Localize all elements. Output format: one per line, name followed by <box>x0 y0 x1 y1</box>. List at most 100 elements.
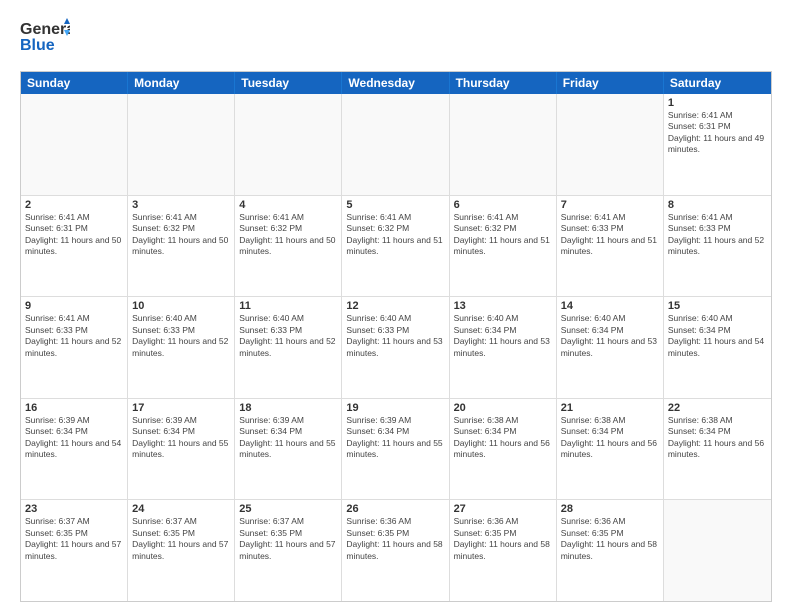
day-25: 25Sunrise: 6:37 AM Sunset: 6:35 PM Dayli… <box>235 500 342 601</box>
day-number: 4 <box>239 199 337 211</box>
day-number: 8 <box>668 199 767 211</box>
empty-cell <box>664 500 771 601</box>
day-1: 1Sunrise: 6:41 AM Sunset: 6:31 PM Daylig… <box>664 94 771 195</box>
weekday-header: Tuesday <box>235 72 342 94</box>
day-number: 25 <box>239 503 337 515</box>
day-number: 15 <box>668 300 767 312</box>
day-21: 21Sunrise: 6:38 AM Sunset: 6:34 PM Dayli… <box>557 399 664 500</box>
day-6: 6Sunrise: 6:41 AM Sunset: 6:32 PM Daylig… <box>450 196 557 297</box>
day-22: 22Sunrise: 6:38 AM Sunset: 6:34 PM Dayli… <box>664 399 771 500</box>
day-18: 18Sunrise: 6:39 AM Sunset: 6:34 PM Dayli… <box>235 399 342 500</box>
day-3: 3Sunrise: 6:41 AM Sunset: 6:32 PM Daylig… <box>128 196 235 297</box>
day-info: Sunrise: 6:36 AM Sunset: 6:35 PM Dayligh… <box>561 516 659 562</box>
day-info: Sunrise: 6:38 AM Sunset: 6:34 PM Dayligh… <box>454 415 552 461</box>
day-number: 17 <box>132 402 230 414</box>
day-info: Sunrise: 6:39 AM Sunset: 6:34 PM Dayligh… <box>346 415 444 461</box>
day-16: 16Sunrise: 6:39 AM Sunset: 6:34 PM Dayli… <box>21 399 128 500</box>
day-info: Sunrise: 6:41 AM Sunset: 6:32 PM Dayligh… <box>239 212 337 258</box>
day-info: Sunrise: 6:38 AM Sunset: 6:34 PM Dayligh… <box>668 415 767 461</box>
day-number: 21 <box>561 402 659 414</box>
weekday-header: Wednesday <box>342 72 449 94</box>
week-row-1: 1Sunrise: 6:41 AM Sunset: 6:31 PM Daylig… <box>21 94 771 196</box>
day-9: 9Sunrise: 6:41 AM Sunset: 6:33 PM Daylig… <box>21 297 128 398</box>
day-13: 13Sunrise: 6:40 AM Sunset: 6:34 PM Dayli… <box>450 297 557 398</box>
day-24: 24Sunrise: 6:37 AM Sunset: 6:35 PM Dayli… <box>128 500 235 601</box>
calendar-header: SundayMondayTuesdayWednesdayThursdayFrid… <box>21 72 771 94</box>
day-info: Sunrise: 6:40 AM Sunset: 6:34 PM Dayligh… <box>561 313 659 359</box>
week-row-2: 2Sunrise: 6:41 AM Sunset: 6:31 PM Daylig… <box>21 196 771 298</box>
day-number: 2 <box>25 199 123 211</box>
day-number: 16 <box>25 402 123 414</box>
day-info: Sunrise: 6:40 AM Sunset: 6:33 PM Dayligh… <box>239 313 337 359</box>
day-number: 1 <box>668 97 767 109</box>
day-info: Sunrise: 6:39 AM Sunset: 6:34 PM Dayligh… <box>25 415 123 461</box>
day-number: 20 <box>454 402 552 414</box>
day-info: Sunrise: 6:38 AM Sunset: 6:34 PM Dayligh… <box>561 415 659 461</box>
day-2: 2Sunrise: 6:41 AM Sunset: 6:31 PM Daylig… <box>21 196 128 297</box>
day-info: Sunrise: 6:40 AM Sunset: 6:33 PM Dayligh… <box>346 313 444 359</box>
day-info: Sunrise: 6:39 AM Sunset: 6:34 PM Dayligh… <box>132 415 230 461</box>
day-number: 28 <box>561 503 659 515</box>
day-info: Sunrise: 6:39 AM Sunset: 6:34 PM Dayligh… <box>239 415 337 461</box>
day-number: 6 <box>454 199 552 211</box>
day-11: 11Sunrise: 6:40 AM Sunset: 6:33 PM Dayli… <box>235 297 342 398</box>
day-7: 7Sunrise: 6:41 AM Sunset: 6:33 PM Daylig… <box>557 196 664 297</box>
day-12: 12Sunrise: 6:40 AM Sunset: 6:33 PM Dayli… <box>342 297 449 398</box>
empty-cell <box>21 94 128 195</box>
empty-cell <box>342 94 449 195</box>
day-19: 19Sunrise: 6:39 AM Sunset: 6:34 PM Dayli… <box>342 399 449 500</box>
day-8: 8Sunrise: 6:41 AM Sunset: 6:33 PM Daylig… <box>664 196 771 297</box>
day-info: Sunrise: 6:40 AM Sunset: 6:34 PM Dayligh… <box>454 313 552 359</box>
logo-icon: General Blue <box>20 16 70 58</box>
day-info: Sunrise: 6:41 AM Sunset: 6:32 PM Dayligh… <box>132 212 230 258</box>
svg-text:General: General <box>20 21 70 38</box>
day-number: 7 <box>561 199 659 211</box>
day-info: Sunrise: 6:36 AM Sunset: 6:35 PM Dayligh… <box>454 516 552 562</box>
day-28: 28Sunrise: 6:36 AM Sunset: 6:35 PM Dayli… <box>557 500 664 601</box>
weekday-header: Sunday <box>21 72 128 94</box>
day-number: 3 <box>132 199 230 211</box>
day-number: 24 <box>132 503 230 515</box>
day-number: 27 <box>454 503 552 515</box>
day-info: Sunrise: 6:41 AM Sunset: 6:31 PM Dayligh… <box>668 110 767 156</box>
weekday-header: Saturday <box>664 72 771 94</box>
day-15: 15Sunrise: 6:40 AM Sunset: 6:34 PM Dayli… <box>664 297 771 398</box>
calendar-body: 1Sunrise: 6:41 AM Sunset: 6:31 PM Daylig… <box>21 94 771 601</box>
day-info: Sunrise: 6:41 AM Sunset: 6:32 PM Dayligh… <box>454 212 552 258</box>
day-26: 26Sunrise: 6:36 AM Sunset: 6:35 PM Dayli… <box>342 500 449 601</box>
empty-cell <box>557 94 664 195</box>
day-23: 23Sunrise: 6:37 AM Sunset: 6:35 PM Dayli… <box>21 500 128 601</box>
day-info: Sunrise: 6:40 AM Sunset: 6:33 PM Dayligh… <box>132 313 230 359</box>
day-27: 27Sunrise: 6:36 AM Sunset: 6:35 PM Dayli… <box>450 500 557 601</box>
week-row-3: 9Sunrise: 6:41 AM Sunset: 6:33 PM Daylig… <box>21 297 771 399</box>
empty-cell <box>235 94 342 195</box>
svg-text:Blue: Blue <box>20 37 55 54</box>
week-row-4: 16Sunrise: 6:39 AM Sunset: 6:34 PM Dayli… <box>21 399 771 501</box>
day-20: 20Sunrise: 6:38 AM Sunset: 6:34 PM Dayli… <box>450 399 557 500</box>
day-info: Sunrise: 6:41 AM Sunset: 6:33 PM Dayligh… <box>668 212 767 258</box>
weekday-header: Thursday <box>450 72 557 94</box>
day-number: 26 <box>346 503 444 515</box>
day-number: 5 <box>346 199 444 211</box>
day-4: 4Sunrise: 6:41 AM Sunset: 6:32 PM Daylig… <box>235 196 342 297</box>
day-number: 23 <box>25 503 123 515</box>
day-5: 5Sunrise: 6:41 AM Sunset: 6:32 PM Daylig… <box>342 196 449 297</box>
empty-cell <box>128 94 235 195</box>
page: General Blue SundayMondayTuesdayWednesda… <box>0 0 792 612</box>
weekday-header: Friday <box>557 72 664 94</box>
day-10: 10Sunrise: 6:40 AM Sunset: 6:33 PM Dayli… <box>128 297 235 398</box>
day-info: Sunrise: 6:41 AM Sunset: 6:32 PM Dayligh… <box>346 212 444 258</box>
day-info: Sunrise: 6:37 AM Sunset: 6:35 PM Dayligh… <box>239 516 337 562</box>
day-info: Sunrise: 6:37 AM Sunset: 6:35 PM Dayligh… <box>132 516 230 562</box>
day-14: 14Sunrise: 6:40 AM Sunset: 6:34 PM Dayli… <box>557 297 664 398</box>
day-info: Sunrise: 6:41 AM Sunset: 6:33 PM Dayligh… <box>561 212 659 258</box>
day-number: 13 <box>454 300 552 312</box>
logo: General Blue <box>20 16 70 63</box>
day-info: Sunrise: 6:37 AM Sunset: 6:35 PM Dayligh… <box>25 516 123 562</box>
day-number: 12 <box>346 300 444 312</box>
day-info: Sunrise: 6:40 AM Sunset: 6:34 PM Dayligh… <box>668 313 767 359</box>
day-number: 22 <box>668 402 767 414</box>
day-number: 14 <box>561 300 659 312</box>
header: General Blue <box>20 16 772 63</box>
day-number: 19 <box>346 402 444 414</box>
